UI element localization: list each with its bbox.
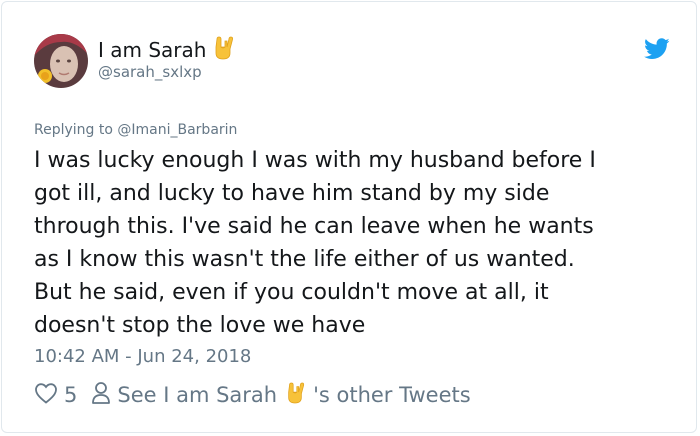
replying-to[interactable]: Replying to @Imani_Barbarin — [34, 122, 237, 138]
like-count[interactable]: 5 — [64, 383, 77, 407]
tweet-actions: 5 See I am Sarah 's other Tweets — [34, 380, 471, 410]
see-tweets-suffix[interactable]: 's other Tweets — [313, 383, 471, 407]
tweet-text: I was lucky enough I was with my husband… — [34, 148, 596, 338]
avatar[interactable] — [34, 34, 88, 88]
sign-of-the-horns-icon — [212, 36, 234, 65]
sign-of-the-horns-icon — [285, 382, 305, 409]
author-display-name-row[interactable]: I am Sarah — [98, 36, 234, 65]
author-handle[interactable]: @sarah_sxlxp — [98, 63, 202, 81]
see-other-tweets-link[interactable]: See I am Sarah 's other Tweets — [91, 381, 471, 410]
twitter-bird-icon[interactable] — [644, 38, 670, 64]
heart-outline-icon[interactable] — [34, 382, 58, 409]
tweet-timestamp[interactable]: 10:42 AM - Jun 24, 2018 — [34, 346, 251, 367]
tweet-card: I am Sarah @sarah_sxlxp Replying to @Ima… — [1, 1, 697, 433]
see-tweets-prefix[interactable]: See I am Sarah — [117, 383, 277, 407]
person-outline-icon — [91, 381, 111, 410]
author-display-name[interactable]: I am Sarah — [98, 38, 206, 62]
